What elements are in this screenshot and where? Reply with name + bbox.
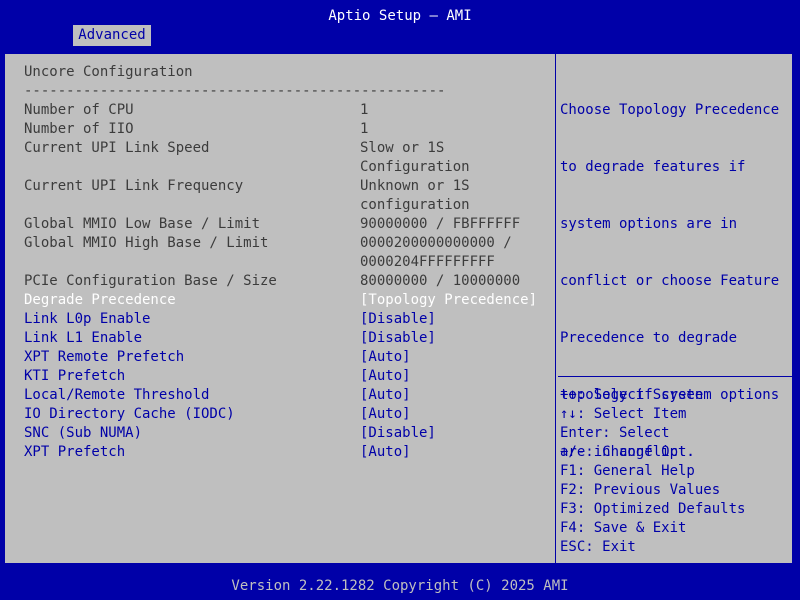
tab-advanced[interactable]: Advanced bbox=[73, 25, 151, 46]
option-xpt-remote-prefetch-value[interactable]: [Auto] bbox=[360, 348, 411, 367]
option-io-directory-cache-value[interactable]: [Auto] bbox=[360, 405, 411, 424]
info-label-cpu: Number of CPU bbox=[24, 102, 134, 118]
info-value-mmio-high-line2: 0000204FFFFFFFFF bbox=[360, 254, 495, 270]
option-link-l0p[interactable]: Link L0p Enable bbox=[24, 310, 150, 329]
info-value-upi-speed: Slow or 1S bbox=[360, 140, 445, 156]
help-line: system options are in bbox=[560, 216, 738, 232]
section-title: Uncore Configuration bbox=[24, 64, 193, 80]
info-label-pcie-base: PCIe Configuration Base / Size bbox=[24, 273, 277, 289]
info-value-mmio-low: 90000000 / FBFFFFFF bbox=[360, 216, 521, 232]
key-enter-select: Enter: Select bbox=[560, 425, 670, 441]
info-label-upi-speed: Current UPI Link Speed bbox=[24, 140, 210, 156]
option-snc-sub-numa[interactable]: SNC (Sub NUMA) bbox=[24, 424, 142, 443]
key-save-exit: F4: Save & Exit bbox=[560, 520, 687, 536]
option-kti-prefetch[interactable]: KTI Prefetch bbox=[24, 367, 125, 386]
option-link-l1[interactable]: Link L1 Enable bbox=[24, 329, 142, 348]
info-label-iio: Number of IIO bbox=[24, 121, 134, 137]
help-line: Choose Topology Precedence bbox=[560, 102, 780, 118]
option-degrade-precedence[interactable]: Degrade Precedence bbox=[24, 291, 176, 310]
info-value-pcie-base: 80000000 / 10000000 bbox=[360, 273, 521, 289]
option-kti-prefetch-value[interactable]: [Auto] bbox=[360, 367, 411, 386]
help-divider bbox=[558, 376, 792, 377]
info-label-mmio-high: Global MMIO High Base / Limit bbox=[24, 235, 269, 251]
option-degrade-precedence-value[interactable]: [Topology Precedence] bbox=[360, 291, 537, 310]
option-xpt-prefetch[interactable]: XPT Prefetch bbox=[24, 443, 125, 462]
info-label-mmio-low: Global MMIO Low Base / Limit bbox=[24, 216, 261, 232]
section-separator: ----------------------------------------… bbox=[24, 83, 446, 99]
info-value-mmio-high: 0000200000000000 / bbox=[360, 235, 512, 251]
info-label-upi-frequency: Current UPI Link Frequency bbox=[24, 178, 244, 194]
key-general-help: F1: General Help bbox=[560, 463, 695, 479]
info-value-upi-frequency-line2: configuration bbox=[360, 197, 470, 213]
option-link-l0p-value[interactable]: [Disable] bbox=[360, 310, 436, 329]
key-change-opt: +/-: Change Opt. bbox=[560, 444, 695, 460]
key-select-item: ↑↓: Select Item bbox=[560, 406, 687, 422]
key-select-screen: ++: Select Screen bbox=[560, 387, 704, 403]
option-local-remote-threshold[interactable]: Local/Remote Threshold bbox=[24, 386, 209, 405]
version-footer: Version 2.22.1282 Copyright (C) 2025 AMI bbox=[0, 576, 800, 600]
title-bar: Aptio Setup – AMI Advanced bbox=[0, 0, 800, 46]
key-esc-exit: ESC: Exit bbox=[560, 539, 636, 555]
key-legend: ++: Select Screen ↑↓: Select Item Enter:… bbox=[560, 386, 790, 557]
key-optimized-defaults: F3: Optimized Defaults bbox=[560, 501, 746, 517]
option-snc-sub-numa-value[interactable]: [Disable] bbox=[360, 424, 436, 443]
help-line: to degrade features if bbox=[560, 159, 746, 175]
help-line: Precedence to degrade bbox=[560, 330, 738, 346]
help-line: conflict or choose Feature bbox=[560, 273, 780, 289]
option-xpt-prefetch-value[interactable]: [Auto] bbox=[360, 443, 411, 462]
info-value-upi-speed-line2: Configuration bbox=[360, 159, 470, 175]
app-title: Aptio Setup – AMI bbox=[328, 8, 472, 24]
info-value-cpu: 1 bbox=[360, 102, 369, 118]
option-io-directory-cache[interactable]: IO Directory Cache (IODC) bbox=[24, 405, 235, 424]
key-previous-values: F2: Previous Values bbox=[560, 482, 721, 498]
info-value-iio: 1 bbox=[360, 121, 369, 137]
option-link-l1-value[interactable]: [Disable] bbox=[360, 329, 436, 348]
option-xpt-remote-prefetch[interactable]: XPT Remote Prefetch bbox=[24, 348, 184, 367]
option-local-remote-threshold-value[interactable]: [Auto] bbox=[360, 386, 411, 405]
info-value-upi-frequency: Unknown or 1S bbox=[360, 178, 470, 194]
